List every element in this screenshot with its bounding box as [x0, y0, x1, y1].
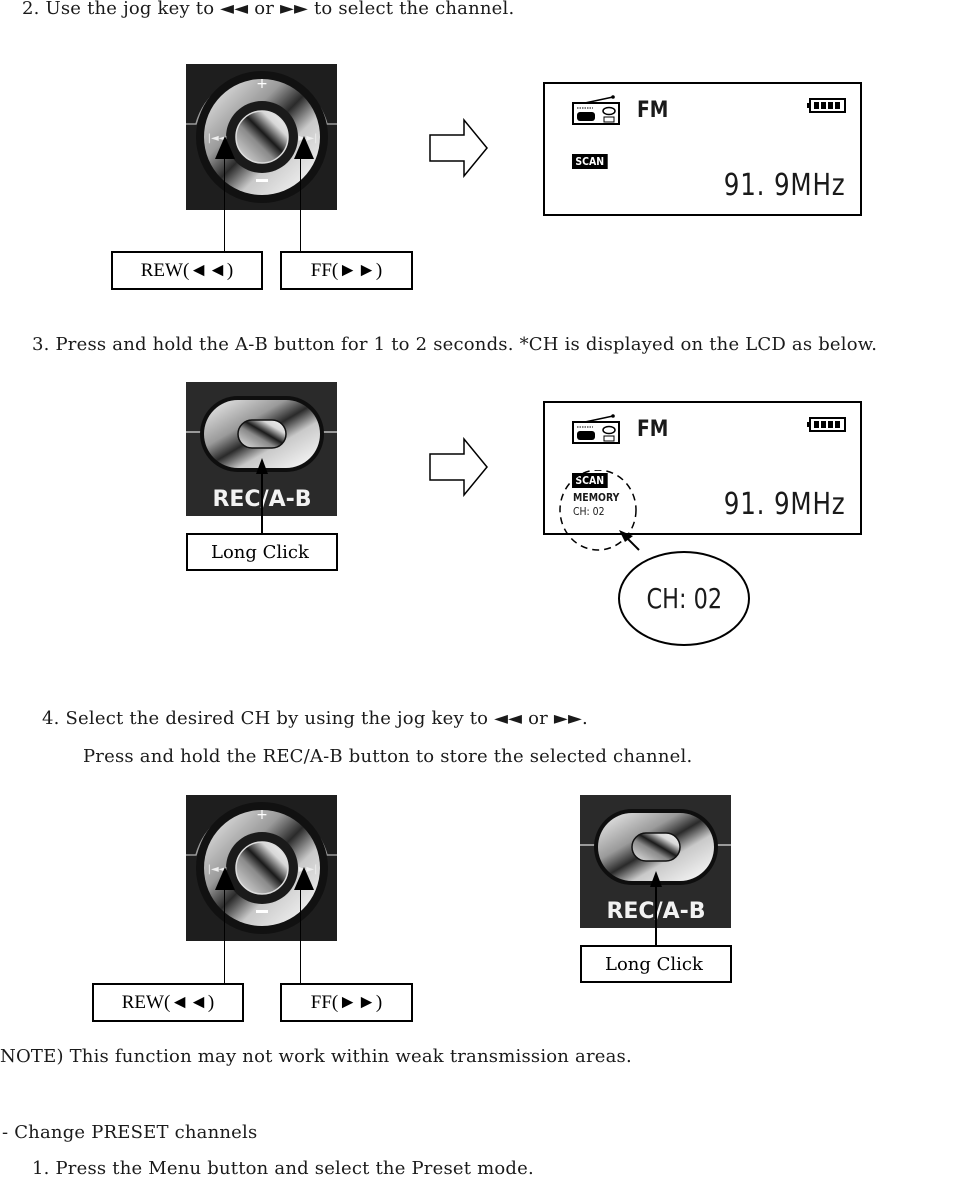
long-click-label: Long Click [605, 953, 703, 975]
ff-label-box: FF(►►) [280, 983, 413, 1022]
jog-key-image: + |◄◄ ►►| [186, 795, 337, 941]
step4-instruction-line2: Press and hold the REC/A-B button to sto… [83, 746, 693, 767]
frequency-readout: 91. 9MHz [724, 487, 846, 522]
ff-label: FF(►►) [310, 259, 383, 281]
svg-text:+: + [256, 76, 268, 92]
long-click-pointer-line [655, 883, 657, 946]
battery-icon [807, 98, 846, 113]
jog-key-image: + |◄◄ ►►| [186, 64, 337, 210]
ff-label-box: FF(►►) [280, 251, 413, 290]
long-click-pointer-line [261, 470, 263, 534]
long-click-label-box: Long Click [580, 945, 732, 983]
step3-instruction: 3. Press and hold the A-B button for 1 t… [32, 334, 878, 355]
rew-pointer-line [224, 156, 225, 252]
ff-pointer-line [300, 887, 301, 983]
step2-instruction: 2. Use the jog key to ◄◄ or ►► to select… [22, 0, 515, 19]
step4-instruction-line1: 4. Select the desired CH by using the jo… [42, 708, 588, 729]
section-step1: 1. Press the Menu button and select the … [32, 1158, 534, 1179]
channel-callout: CH: 02 [618, 551, 750, 646]
long-click-label: Long Click [211, 541, 309, 563]
svg-text:+: + [256, 807, 268, 823]
lcd-display-scan: FM SCAN 91. 9MHz [543, 82, 862, 216]
rew-label: REW(◄◄) [140, 259, 234, 281]
right-arrow-icon [429, 118, 488, 178]
long-click-label-box: Long Click [186, 533, 338, 571]
rew-label-box: REW(◄◄) [111, 251, 263, 290]
scan-badge: SCAN [572, 154, 608, 169]
mode-label: FM [637, 417, 669, 442]
ff-pointer-line [300, 156, 301, 252]
section-heading: - Change PRESET channels [2, 1122, 258, 1143]
channel-callout-text: CH: 02 [646, 582, 722, 615]
rew-label-box: REW(◄◄) [92, 983, 244, 1022]
right-arrow-icon [429, 437, 488, 497]
mode-label: FM [637, 98, 669, 123]
ff-label: FF(►►) [310, 991, 383, 1013]
radio-icon [572, 414, 620, 444]
note-text: NOTE) This function may not work within … [0, 1046, 632, 1067]
frequency-readout: 91. 9MHz [724, 168, 846, 203]
rew-pointer-line [224, 887, 225, 983]
battery-icon [807, 417, 846, 432]
rew-label: REW(◄◄) [121, 991, 215, 1013]
radio-icon [572, 95, 620, 125]
highlight-dashed-circle [559, 470, 640, 551]
